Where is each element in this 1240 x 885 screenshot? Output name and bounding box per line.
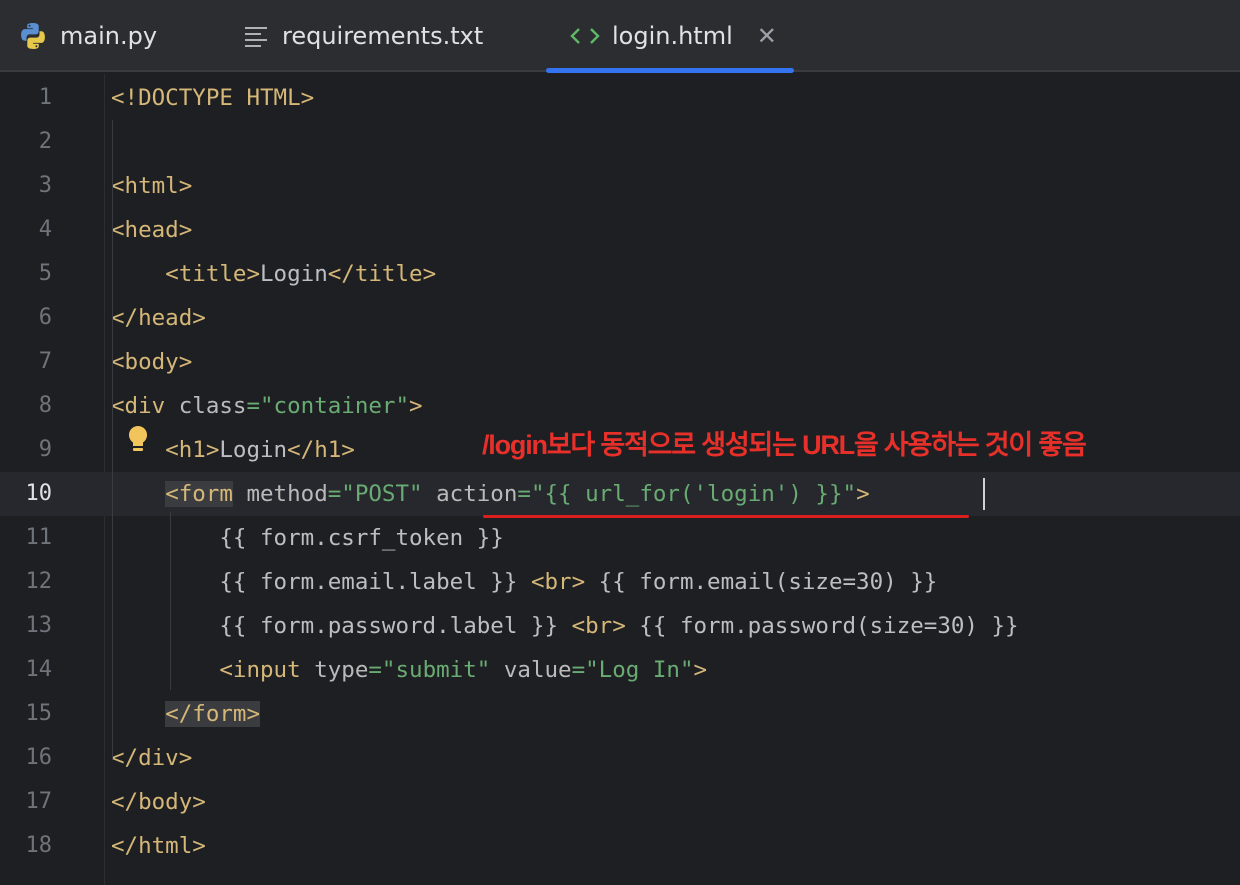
code-text: </form> — [165, 701, 261, 727]
code-text: {{ form.email.label }} <br> {{ form.emai… — [111, 569, 938, 595]
line-number: 18 — [25, 833, 53, 858]
tab-label: main.py — [60, 22, 158, 50]
line-number: 5 — [38, 261, 52, 286]
tab-requirements-txt[interactable]: requirements.txt — [244, 0, 483, 72]
code-line[interactable]: 14 <input type="submit" value="Log In"> — [0, 648, 1240, 692]
line-number: 8 — [38, 393, 52, 418]
code-text: <form method="POST" action="{{ url_for('… — [165, 481, 870, 507]
code-line[interactable]: 8 <div class="container"> — [0, 384, 1240, 428]
line-number: 10 — [25, 481, 53, 506]
code-text: </div> — [111, 745, 193, 771]
line-number: 16 — [25, 745, 53, 770]
close-icon[interactable]: ✕ — [757, 22, 777, 50]
editor-tab-bar: main.py requirements.txt login.html ✕ — [0, 0, 1240, 73]
code-line[interactable]: 17 </body> — [0, 780, 1240, 824]
code-text: <body> — [111, 349, 193, 375]
tab-label: login.html — [612, 22, 733, 50]
code-line-current[interactable]: 10 <form method="POST" action="{{ url_fo… — [0, 472, 1240, 516]
tab-main-py[interactable]: main.py — [18, 0, 157, 72]
code-text: {{ form.password.label }} <br> {{ form.p… — [111, 613, 1019, 639]
code-line[interactable]: 12 {{ form.email.label }} <br> {{ form.e… — [0, 560, 1240, 604]
code-text: <html> — [111, 173, 193, 199]
tab-login-html[interactable]: login.html ✕ — [570, 0, 777, 72]
code-line[interactable]: 2 — [0, 120, 1240, 164]
code-text: <title>Login</title> — [165, 261, 437, 287]
code-line[interactable]: 5 <title>Login</title> — [0, 252, 1240, 296]
text-caret — [983, 478, 985, 510]
annotation-note: /login보다 동적으로 생성되는 URL을 사용하는 것이 좋음 — [482, 430, 1087, 460]
python-icon — [18, 21, 48, 51]
indent-guide — [170, 512, 171, 690]
line-number: 4 — [38, 217, 52, 242]
line-number: 17 — [25, 789, 53, 814]
code-line[interactable]: 3 <html> — [0, 164, 1240, 208]
code-line[interactable]: 13 {{ form.password.label }} <br> {{ for… — [0, 604, 1240, 648]
line-number: 9 — [38, 437, 52, 462]
code-line[interactable]: 11 {{ form.csrf_token }} — [0, 516, 1240, 560]
code-text: <!DOCTYPE HTML> — [111, 85, 315, 111]
tab-label: requirements.txt — [282, 22, 484, 50]
code-line[interactable]: 15 </form> — [0, 692, 1240, 736]
line-number: 14 — [25, 657, 53, 682]
code-line[interactable]: 7 <body> — [0, 340, 1240, 384]
code-text: <input type="submit" value="Log In"> — [219, 657, 708, 683]
line-number: 11 — [25, 525, 53, 550]
code-text: <div class="container"> — [111, 393, 423, 419]
active-tab-indicator — [546, 68, 794, 73]
text-file-icon — [244, 25, 270, 47]
annotation-underline — [483, 515, 969, 518]
code-line[interactable]: 16 </div> — [0, 736, 1240, 780]
line-number: 13 — [25, 613, 53, 638]
line-number: 3 — [38, 173, 52, 198]
indent-guide — [112, 120, 113, 760]
code-text: <head> — [111, 217, 193, 243]
lightbulb-icon[interactable] — [126, 424, 150, 458]
line-number: 7 — [38, 349, 52, 374]
line-number: 6 — [38, 305, 52, 330]
code-text: </head> — [111, 305, 206, 331]
code-text: </html> — [111, 833, 206, 859]
line-number: 15 — [25, 701, 53, 726]
line-number: 1 — [38, 85, 52, 110]
line-number: 2 — [38, 129, 52, 154]
code-text: </body> — [111, 789, 206, 815]
code-line[interactable]: 4 <head> — [0, 208, 1240, 252]
code-line[interactable]: 6 </head> — [0, 296, 1240, 340]
line-number: 12 — [25, 569, 53, 594]
code-line[interactable]: 1 <!DOCTYPE HTML> — [0, 76, 1240, 120]
html-icon — [570, 25, 600, 47]
code-line[interactable]: 18 </html> — [0, 824, 1240, 868]
